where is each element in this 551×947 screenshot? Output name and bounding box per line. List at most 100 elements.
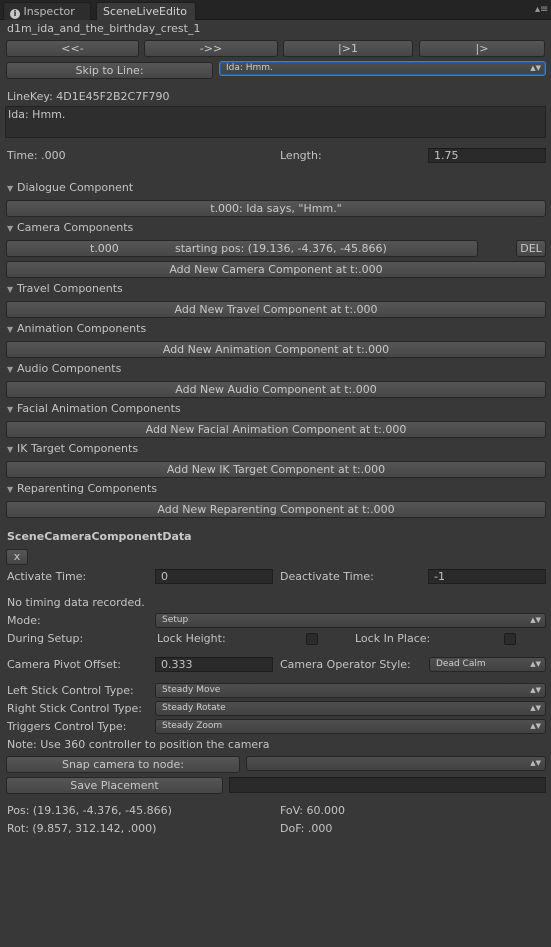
deactivate-time-label: Deactivate Time: — [280, 570, 374, 583]
snap-camera-button[interactable]: Snap camera to node: — [6, 756, 240, 773]
length-field[interactable]: 1.75 — [428, 148, 546, 163]
add-audio-component-button[interactable]: Add New Audio Component at t:.000 — [6, 381, 546, 398]
camera-data-header: SceneCameraComponentData — [7, 530, 192, 543]
lock-in-place-label: Lock In Place: — [355, 632, 431, 645]
activate-time-label: Activate Time: — [7, 570, 87, 583]
right-stick-label: Right Stick Control Type: — [7, 702, 142, 715]
foldout-triangle-icon: ▼ — [7, 445, 14, 454]
mode-label: Mode: — [7, 614, 41, 627]
tab-inspector-label: Inspector — [23, 5, 75, 18]
time-label: Time: .000 — [7, 149, 66, 162]
lock-in-place-checkbox[interactable] — [504, 633, 516, 645]
foldout-triangle-icon: ▼ — [7, 224, 14, 233]
dialogue-text: Ida: Hmm. — [8, 108, 66, 121]
animation-foldout[interactable]: ▼ Animation Components — [7, 322, 146, 337]
panel-menu-icon[interactable]: ▴≡ — [535, 4, 548, 16]
camera-component-item[interactable]: t.000 starting pos: (19.136, -4.376, -45… — [6, 240, 478, 257]
dialogue-foldout-label: Dialogue Component — [17, 181, 134, 194]
activate-time-field[interactable]: 0 — [155, 569, 273, 584]
travel-foldout-label: Travel Components — [17, 282, 123, 295]
controller-note: Note: Use 360 controller to position the… — [7, 738, 270, 751]
save-placement-button[interactable]: Save Placement — [6, 777, 223, 794]
camera-item-pos: starting pos: (19.136, -4.376, -45.866) — [175, 242, 387, 255]
lock-height-label: Lock Height: — [157, 632, 226, 645]
dialogue-component-button[interactable]: t.000: Ida says, "Hmm." — [6, 200, 546, 217]
mode-dropdown[interactable]: Setup ▲▼ — [155, 613, 546, 628]
during-setup-label: During Setup: — [7, 632, 84, 645]
camera-fov-readout: FoV: 60.000 — [280, 804, 345, 817]
timing-note: No timing data recorded. — [7, 596, 145, 609]
dropdown-arrow-icon: ▲▼ — [530, 759, 541, 767]
skip-to-line-button[interactable]: Skip to Line: — [6, 62, 213, 79]
add-animation-component-button[interactable]: Add New Animation Component at t:.000 — [6, 341, 546, 358]
camera-operator-style-value: Dead Calm — [436, 659, 486, 669]
snap-node-dropdown[interactable]: ▲▼ — [246, 756, 546, 771]
last-line-button[interactable]: |> — [419, 40, 545, 57]
skip-to-line-dropdown[interactable]: Ida: Hmm. ▲▼ — [219, 61, 546, 76]
left-stick-value: Steady Move — [162, 685, 221, 695]
foldout-triangle-icon: ▼ — [7, 485, 14, 494]
right-stick-value: Steady Rotate — [162, 703, 226, 713]
node-title: d1m_ida_and_the_birthday_crest_1 — [7, 22, 201, 35]
add-travel-component-button[interactable]: Add New Travel Component at t:.000 — [6, 301, 546, 318]
camera-operator-style-label: Camera Operator Style: — [280, 658, 411, 671]
reparenting-foldout-label: Reparenting Components — [17, 482, 158, 495]
dropdown-arrow-icon: ▲▼ — [530, 660, 541, 668]
dropdown-arrow-icon: ▲▼ — [530, 64, 541, 72]
travel-foldout[interactable]: ▼ Travel Components — [7, 282, 123, 297]
tab-inspector[interactable]: i Inspector — [3, 2, 91, 20]
camera-foldout[interactable]: ▼ Camera Components — [7, 221, 133, 236]
close-camera-data-button[interactable]: x — [6, 549, 28, 565]
left-stick-dropdown[interactable]: Steady Move ▲▼ — [155, 683, 546, 698]
dialogue-foldout[interactable]: ▼ Dialogue Component — [7, 181, 133, 196]
ik-target-foldout-label: IK Target Components — [17, 442, 139, 455]
reparenting-foldout[interactable]: ▼ Reparenting Components — [7, 482, 157, 497]
dropdown-arrow-icon: ▲▼ — [530, 616, 541, 624]
dialogue-text-area[interactable]: Ida: Hmm. — [5, 106, 546, 138]
camera-dof-readout: DoF: .000 — [280, 822, 333, 835]
skip-to-line-value: Ida: Hmm. — [226, 63, 273, 73]
lock-height-checkbox[interactable] — [306, 633, 318, 645]
tab-scene-live-label: SceneLiveEdito — [103, 5, 188, 18]
camera-foldout-label: Camera Components — [17, 221, 134, 234]
left-stick-label: Left Stick Control Type: — [7, 684, 134, 697]
deactivate-time-field[interactable]: -1 — [428, 569, 546, 584]
foldout-triangle-icon: ▼ — [7, 285, 14, 294]
add-facial-animation-component-button[interactable]: Add New Facial Animation Component at t:… — [6, 421, 546, 438]
info-icon: i — [10, 9, 20, 19]
right-stick-dropdown[interactable]: Steady Rotate ▲▼ — [155, 701, 546, 716]
add-ik-target-component-button[interactable]: Add New IK Target Component at t:.000 — [6, 461, 546, 478]
audio-foldout[interactable]: ▼ Audio Components — [7, 362, 121, 377]
camera-delete-button[interactable]: DEL — [516, 240, 546, 257]
camera-pos-readout: Pos: (19.136, -4.376, -45.866) — [7, 804, 172, 817]
first-line-button[interactable]: |>1 — [283, 40, 413, 57]
next-button[interactable]: ->> — [144, 40, 278, 57]
save-placement-field[interactable] — [229, 777, 546, 793]
triggers-dropdown[interactable]: Steady Zoom ▲▼ — [155, 719, 546, 734]
camera-item-time: t.000 — [90, 242, 119, 255]
dropdown-arrow-icon: ▲▼ — [530, 722, 541, 730]
animation-foldout-label: Animation Components — [17, 322, 147, 335]
audio-foldout-label: Audio Components — [17, 362, 122, 375]
camera-operator-style-dropdown[interactable]: Dead Calm ▲▼ — [429, 657, 546, 672]
ik-target-foldout[interactable]: ▼ IK Target Components — [7, 442, 138, 457]
camera-rot-readout: Rot: (9.857, 312.142, .000) — [7, 822, 157, 835]
dropdown-arrow-icon: ▲▼ — [530, 704, 541, 712]
dropdown-arrow-icon: ▲▼ — [530, 686, 541, 694]
tab-scene-live-editor[interactable]: SceneLiveEdito — [96, 2, 196, 20]
add-reparenting-component-button[interactable]: Add New Reparenting Component at t:.000 — [6, 501, 546, 518]
foldout-triangle-icon: ▼ — [7, 184, 14, 193]
foldout-triangle-icon: ▼ — [7, 365, 14, 374]
facial-foldout-label: Facial Animation Components — [17, 402, 181, 415]
triggers-label: Triggers Control Type: — [7, 720, 127, 733]
mode-value: Setup — [162, 615, 189, 625]
triggers-value: Steady Zoom — [162, 721, 223, 731]
add-camera-component-button[interactable]: Add New Camera Component at t:.000 — [6, 261, 546, 278]
camera-pivot-offset-label: Camera Pivot Offset: — [7, 658, 121, 671]
facial-foldout[interactable]: ▼ Facial Animation Components — [7, 402, 181, 417]
prev-button[interactable]: <<- — [6, 40, 139, 57]
line-key: LineKey: 4D1E45F2B2C7F790 — [7, 90, 170, 103]
foldout-triangle-icon: ▼ — [7, 405, 14, 414]
camera-pivot-offset-field[interactable]: 0.333 — [155, 657, 273, 672]
foldout-triangle-icon: ▼ — [7, 325, 14, 334]
